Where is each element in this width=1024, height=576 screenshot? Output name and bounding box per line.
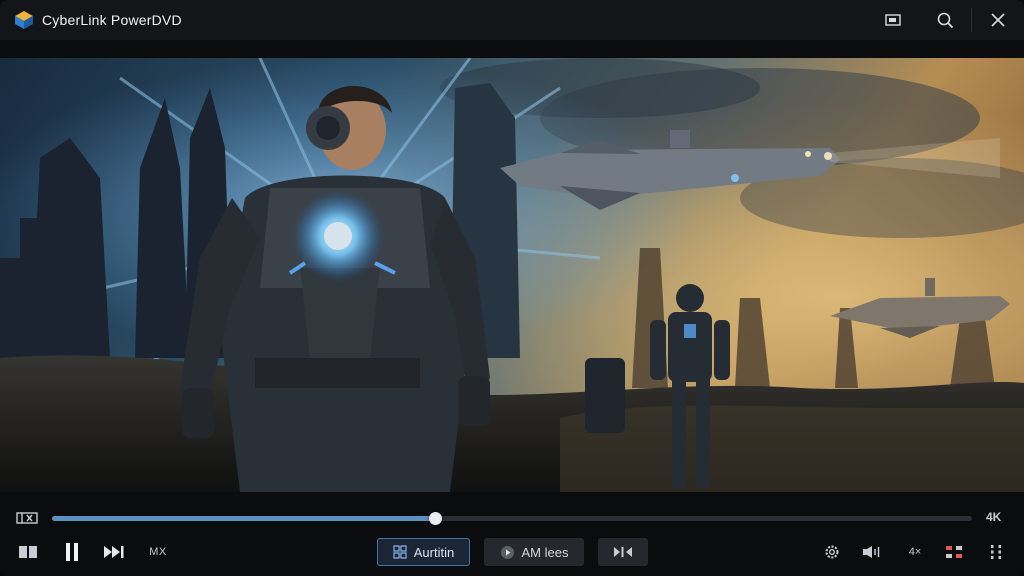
settings-button[interactable] [820,534,844,570]
search-button[interactable] [919,0,971,40]
seek-bar-handle[interactable] [428,512,442,525]
more-options-button[interactable] [984,534,1008,570]
video-frame-image [0,58,1024,492]
stop-button[interactable] [14,534,42,570]
seek-bar-progress [52,516,435,521]
app-title: CyberLink PowerDVD [42,12,182,28]
close-icon [991,13,1005,27]
chapter-marker-button[interactable] [16,510,38,526]
pause-icon [66,543,78,561]
skip-next-icon [104,546,124,558]
playback-controls: MX Aurtitin AM lees 4× [0,534,1024,576]
subtitle-button[interactable] [942,534,966,570]
chapter-marker-icon [16,512,38,524]
volume-button[interactable] [860,534,884,570]
close-button[interactable] [972,0,1024,40]
seek-row: 4K [0,502,1024,534]
title-bar: CyberLink PowerDVD [0,0,1024,40]
mx-button[interactable]: MX [144,534,172,570]
mx-label: MX [149,546,167,558]
search-icon [937,12,954,29]
minimize-to-tray-button[interactable] [867,0,919,40]
window-controls [867,0,1024,40]
quality-badge: 4K [986,510,1002,524]
stop-icon [19,546,37,558]
playback-speed-label: 4× [908,546,922,558]
audition-button[interactable]: Aurtitin [377,538,470,566]
volume-icon [863,546,880,558]
frame-step-icon [614,547,632,557]
pause-button[interactable] [58,534,86,570]
more-options-icon [991,545,1001,559]
gear-icon [825,545,839,559]
powerdvd-logo-icon [14,10,34,30]
subtitle-icon [946,546,962,558]
am-label: AM lees [521,544,569,560]
seek-bar[interactable] [52,512,972,525]
grid-view-icon [393,545,407,559]
video-display[interactable] [0,58,1024,492]
powerdvd-window: CyberLink PowerDVD 4K MX Aurtitin AM lee… [0,0,1024,576]
minimize-to-tray-icon [885,14,901,26]
disc-play-icon [500,545,515,560]
audition-label: Aurtitin [413,544,455,560]
frame-step-button[interactable] [598,538,648,566]
playback-speed-button[interactable]: 4× [902,534,928,570]
am-button[interactable]: AM lees [484,538,584,566]
next-button[interactable] [100,534,128,570]
